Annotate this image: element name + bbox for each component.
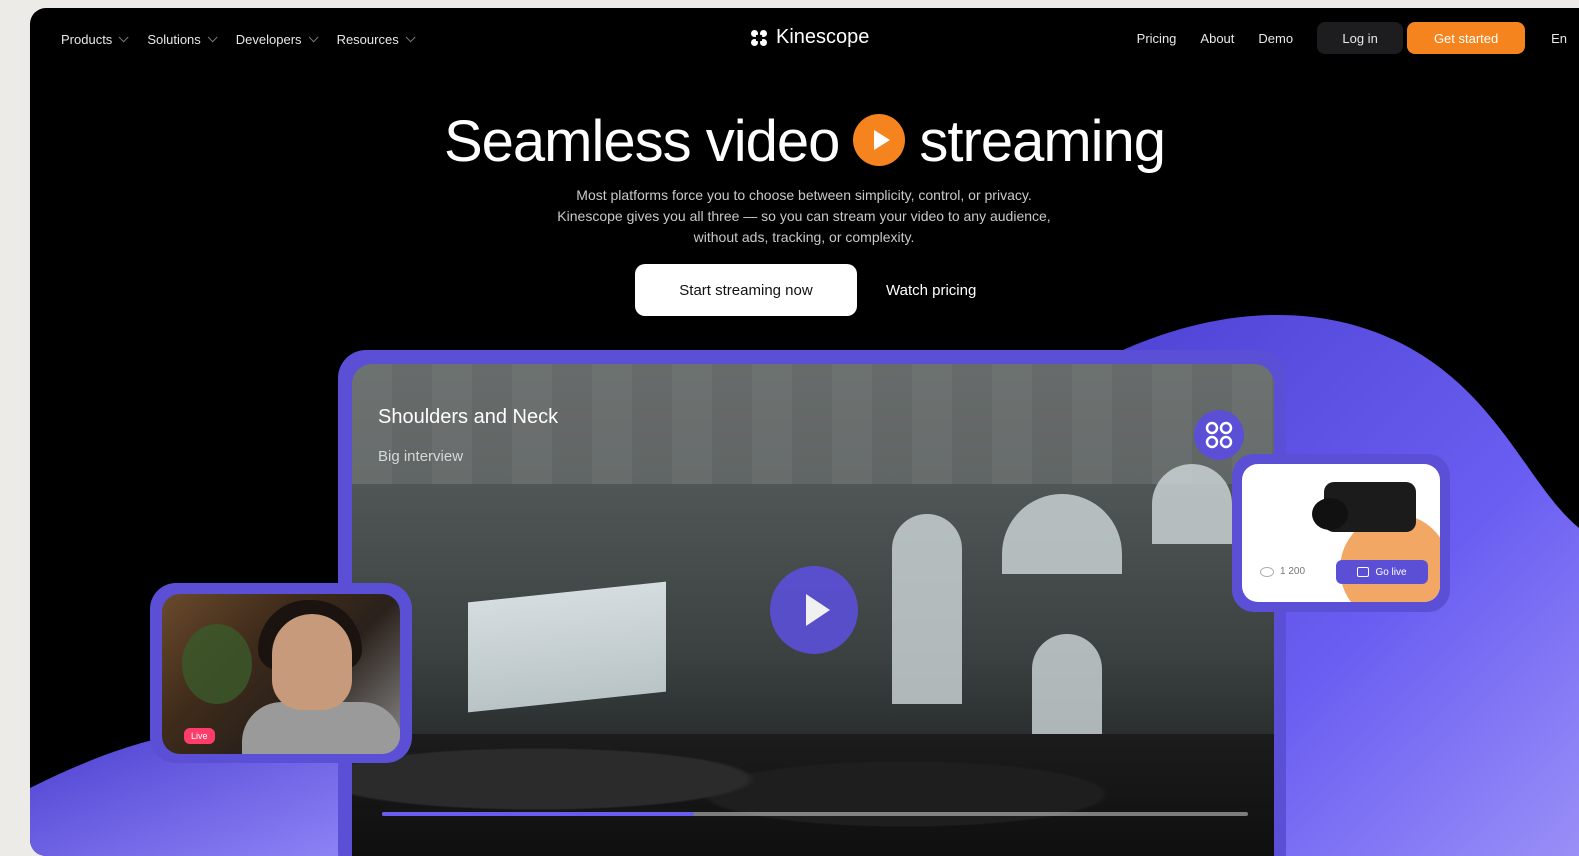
hero-subtitle: Most platforms force you to choose betwe… [504,185,1104,248]
go-live-button[interactable]: Go live [1336,560,1428,584]
nav-item-products[interactable]: Products [61,32,129,47]
nav-item-label: Products [61,32,113,47]
start-streaming-button[interactable]: Start streaming now [635,264,857,316]
kinescope-logo-icon [1205,421,1233,449]
nav-item-label: Solutions [147,32,201,47]
nav-link-about[interactable]: About [1200,31,1234,46]
chevron-down-icon [308,32,319,43]
video-progress-bar[interactable] [382,812,1248,816]
nav-item-solutions[interactable]: Solutions [147,32,218,47]
nav-item-label: Resources [336,32,399,47]
video-scene [1152,464,1232,544]
nav-item-resources[interactable]: Resources [336,32,416,47]
nav-link-demo[interactable]: Demo [1258,31,1293,46]
chevron-down-icon [207,32,218,43]
eye-icon [1260,566,1274,577]
video-scene [352,734,1274,856]
video-title: Shoulders and Neck [378,406,559,428]
page-frame: Products Solutions Developers Resources … [30,8,1579,856]
play-button[interactable] [770,566,858,654]
viewer-count: 1 200 [1260,566,1305,577]
language-switcher[interactable]: En [1551,31,1567,46]
primary-nav: Products Solutions Developers Resources [61,32,416,47]
preview-scene [182,624,252,704]
nav-item-developers[interactable]: Developers [235,32,319,47]
hero-title-part1: Seamless video [443,109,840,174]
brand-name: Kinescope [776,26,870,48]
hero-title: Seamless video streaming [30,108,1579,175]
camera-icon [1357,567,1370,577]
nav-link-pricing[interactable]: Pricing [1137,31,1177,46]
hero-subtitle-line: Kinescope gives you all three — so you c… [557,208,1051,224]
preview-scene [272,614,352,710]
kinescope-watermark-icon [1194,410,1244,460]
video-scene [1002,494,1122,574]
camera-card-scene [1312,498,1348,530]
video-subtitle: Big interview [378,448,464,465]
hero-subtitle-line: without ads, tracking, or complexity. [693,229,915,245]
login-button[interactable]: Log in [1317,22,1404,54]
play-icon [853,113,906,166]
nav-item-label: Developers [235,32,302,47]
video-scene [468,581,666,713]
live-badge: Live [184,728,215,744]
go-live-label: Go live [1375,566,1407,578]
secondary-nav: Pricing About Demo Log in Get started En [1137,22,1579,54]
video-player[interactable]: Shoulders and Neck Big interview [352,364,1274,856]
chevron-down-icon [118,32,129,43]
live-preview-card[interactable]: Live [162,594,400,754]
kinescope-logo-icon [751,29,767,46]
hero-title-part2: streaming [919,109,1166,174]
video-progress-fill [382,812,694,816]
hero-subtitle-line: Most platforms force you to choose betwe… [576,187,1032,203]
watch-pricing-link[interactable]: Watch pricing [886,282,976,299]
video-scene [892,514,962,704]
camera-card[interactable]: 1 200 Go live [1242,464,1440,602]
brand-logo[interactable]: Kinescope [750,26,869,49]
get-started-button[interactable]: Get started [1407,22,1526,54]
viewer-count-value: 1 200 [1280,566,1306,577]
